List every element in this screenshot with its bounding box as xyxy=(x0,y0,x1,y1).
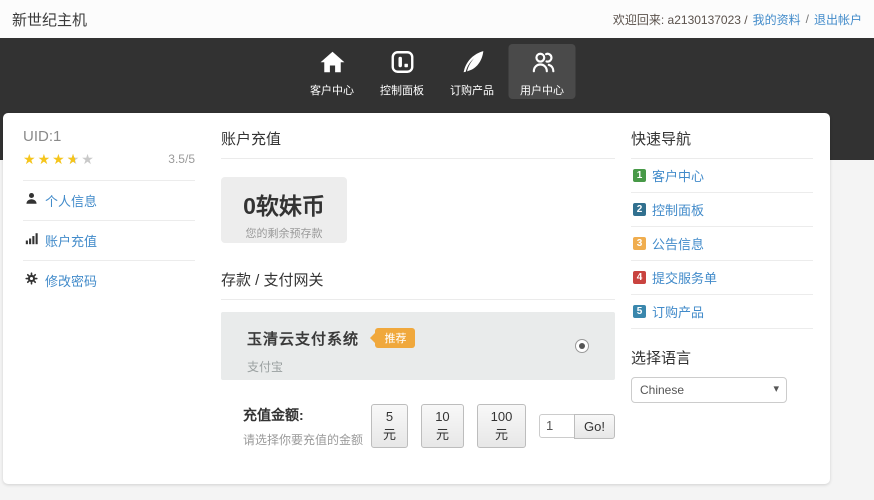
account-sidebar: UID:1 ★★★★★★ 3.5/5 个人信息 账户充值 xyxy=(23,128,195,300)
nav-item-user-center[interactable]: 用户中心 xyxy=(509,44,576,99)
number-badge: 2 xyxy=(633,203,646,216)
rating-value: 3.5/5 xyxy=(168,152,195,166)
nav-item-control-panel[interactable]: 控制面板 xyxy=(369,44,436,99)
nav-item-client-center[interactable]: 客户中心 xyxy=(299,44,366,99)
amount-button-5[interactable]: 5元 xyxy=(371,404,408,448)
number-badge: 1 xyxy=(633,169,646,182)
quicknav-label: 客户中心 xyxy=(652,166,704,185)
recommended-badge: 推荐 xyxy=(375,328,415,348)
sidebar-item-label: 修改密码 xyxy=(45,271,97,290)
number-badge: 5 xyxy=(633,305,646,318)
uid-label: UID:1 xyxy=(23,128,195,145)
quicknav-label: 公告信息 xyxy=(652,234,704,253)
amount-buttons: 5元 10元 100元 Go! xyxy=(371,404,615,448)
home-icon xyxy=(319,62,345,79)
bar-chart-icon xyxy=(25,232,38,250)
balance-box: 0软妹币 您的剩余预存款 xyxy=(221,177,347,243)
amount-input-group: Go! xyxy=(539,414,615,439)
go-button[interactable]: Go! xyxy=(574,414,615,439)
welcome-area: 欢迎回来: a2130137023 / 我的资料 / 退出帐户 xyxy=(613,11,862,28)
recharge-section: 账户充值 0软妹币 您的剩余预存款 存款 / 支付网关 玉清云支付系统 推荐 支… xyxy=(221,128,615,448)
quill-icon xyxy=(459,62,485,79)
sidebar-menu: 个人信息 账户充值 修改密码 xyxy=(23,180,195,300)
amount-button-100[interactable]: 100元 xyxy=(477,404,526,448)
quicknav-item-announcements[interactable]: 3 公告信息 xyxy=(631,227,813,261)
amount-labels: 充值金额: 请选择你要充值的金额 xyxy=(243,405,371,448)
quicknav-item-client-center[interactable]: 1 客户中心 xyxy=(631,159,813,193)
quicknav-item-submit-ticket[interactable]: 4 提交服务单 xyxy=(631,261,813,295)
nav-item-label: 订购产品 xyxy=(439,82,506,98)
amount-button-10[interactable]: 10元 xyxy=(421,404,464,448)
amount-label: 充值金额: xyxy=(243,405,371,425)
person-icon xyxy=(25,192,38,210)
number-badge: 3 xyxy=(633,237,646,250)
language-select[interactable]: Chinese xyxy=(631,377,787,403)
control-panel-icon xyxy=(389,62,415,79)
gateway-name: 玉清云支付系统 xyxy=(247,328,359,349)
amount-hint: 请选择你要充值的金额 xyxy=(243,431,371,448)
profile-link[interactable]: 我的资料 xyxy=(753,11,801,28)
language-title: 选择语言 xyxy=(631,347,813,368)
amount-row: 充值金额: 请选择你要充值的金额 5元 10元 100元 Go! xyxy=(221,404,615,448)
link-separator: / xyxy=(806,12,809,26)
welcome-text: 欢迎回来: a2130137023 / xyxy=(613,11,748,28)
balance-amount: 0软妹币 xyxy=(221,187,347,221)
amount-input[interactable] xyxy=(539,414,575,438)
gateway-panel[interactable]: 玉清云支付系统 推荐 支付宝 xyxy=(221,312,615,380)
quicknav-label: 控制面板 xyxy=(652,200,704,219)
star-rating: ★★★★★★ xyxy=(23,152,96,166)
language-select-wrap: Chinese xyxy=(631,377,787,403)
main-nav: 客户中心 控制面板 订购产品 用户中心 xyxy=(299,44,576,99)
gateway-method: 支付宝 xyxy=(247,358,589,375)
quick-nav-section: 快速导航 1 客户中心 2 控制面板 3 公告信息 4 提交服务单 5 订购产品… xyxy=(631,128,813,403)
top-bar: 新世纪主机 欢迎回来: a2130137023 / 我的资料 / 退出帐户 xyxy=(0,0,874,38)
quicknav-label: 提交服务单 xyxy=(652,268,717,287)
quicknav-item-order-products[interactable]: 5 订购产品 xyxy=(631,295,813,329)
sidebar-item-label: 个人信息 xyxy=(45,191,97,210)
rating-row: ★★★★★★ 3.5/5 xyxy=(23,152,195,166)
brand-title: 新世纪主机 xyxy=(12,9,87,30)
sidebar-item-account-recharge[interactable]: 账户充值 xyxy=(23,220,195,260)
content-card: UID:1 ★★★★★★ 3.5/5 个人信息 账户充值 xyxy=(3,113,830,484)
nav-item-label: 用户中心 xyxy=(509,82,576,98)
gateway-title: 存款 / 支付网关 xyxy=(221,269,615,300)
users-icon xyxy=(529,62,555,79)
nav-item-order-products[interactable]: 订购产品 xyxy=(439,44,506,99)
quicknav-label: 订购产品 xyxy=(652,302,704,321)
nav-item-label: 客户中心 xyxy=(299,82,366,98)
logout-link[interactable]: 退出帐户 xyxy=(814,11,862,28)
sidebar-item-label: 账户充值 xyxy=(45,231,97,250)
gear-icon xyxy=(25,272,38,290)
number-badge: 4 xyxy=(633,271,646,284)
gateway-radio[interactable] xyxy=(575,339,589,353)
sidebar-item-change-password[interactable]: 修改密码 xyxy=(23,260,195,300)
balance-caption: 您的剩余预存款 xyxy=(221,225,347,241)
nav-item-label: 控制面板 xyxy=(369,82,436,98)
recharge-title: 账户充值 xyxy=(221,128,615,159)
sidebar-item-personal-info[interactable]: 个人信息 xyxy=(23,180,195,220)
quicknav-item-control-panel[interactable]: 2 控制面板 xyxy=(631,193,813,227)
quick-nav-title: 快速导航 xyxy=(631,128,813,159)
